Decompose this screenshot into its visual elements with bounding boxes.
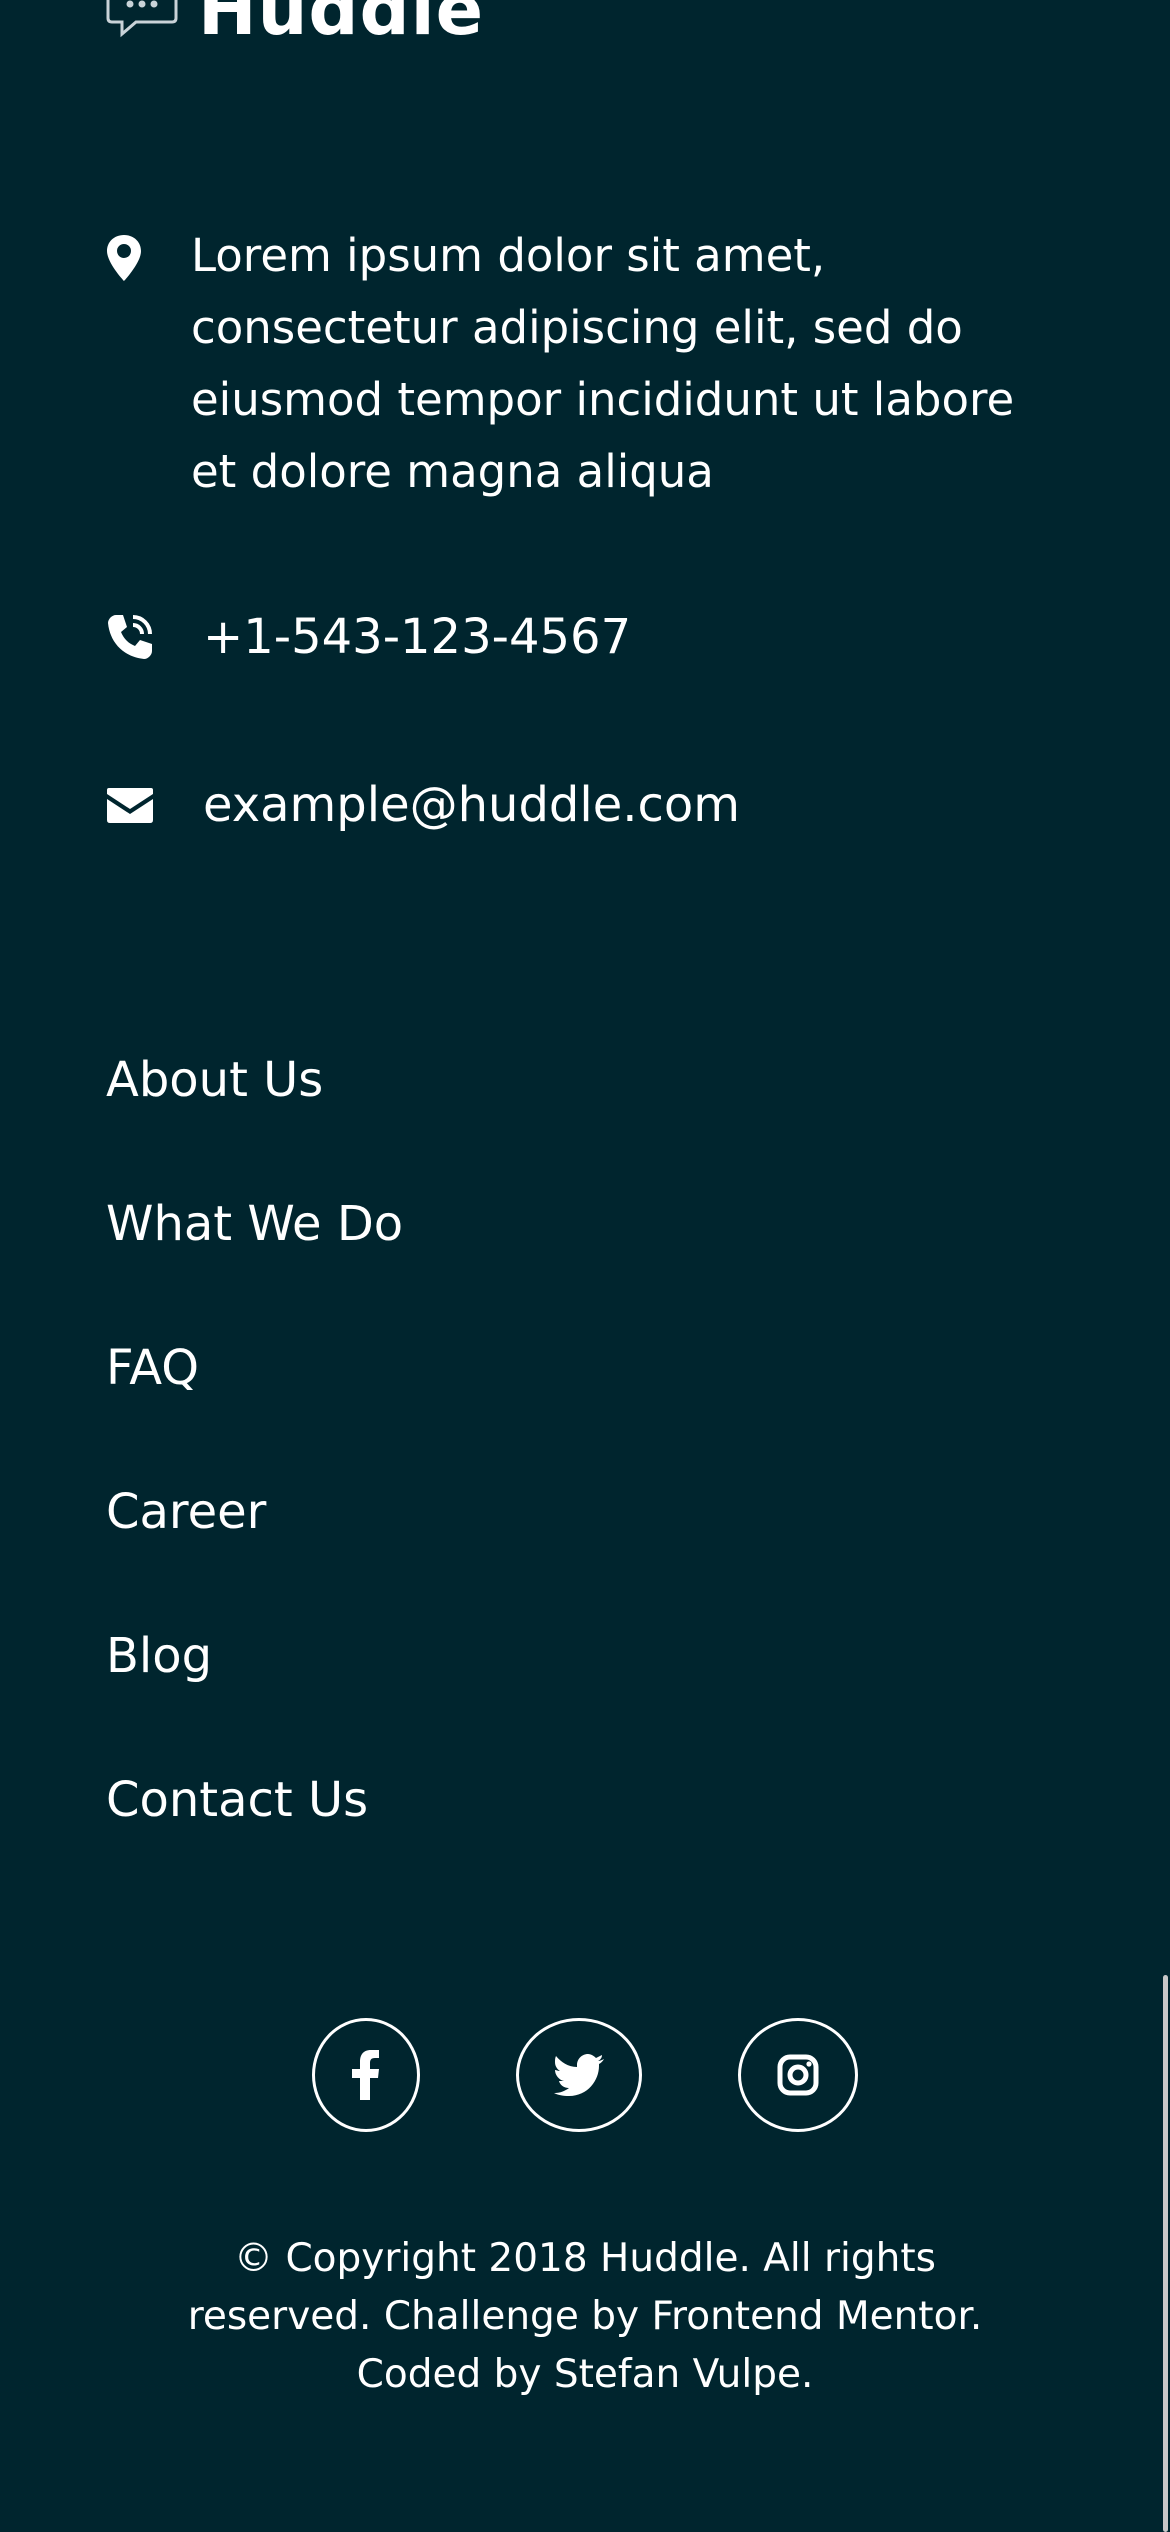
chat-bubble-icon: [106, 0, 178, 38]
brand-name: Huddle: [198, 0, 485, 51]
twitter-icon: [554, 2054, 604, 2096]
nav-item-career: Career: [106, 1472, 403, 1616]
nav-item-about-us: About Us: [106, 1040, 403, 1184]
brand-logo[interactable]: Huddle: [106, 0, 484, 60]
facebook-button[interactable]: [312, 2018, 420, 2132]
site-footer: Huddle Lorem ipsum dolor sit amet, conse…: [0, 0, 1170, 2532]
location-pin-icon: [107, 235, 141, 281]
nav-item-blog: Blog: [106, 1616, 403, 1760]
footer-nav: About Us What We Do FAQ Career Blog Cont…: [106, 1040, 403, 1904]
nav-link-career[interactable]: Career: [106, 1484, 266, 1540]
copyright-text: © Copyright 2018 Huddle. All rights rese…: [187, 2236, 983, 2397]
vertical-scrollbar[interactable]: [1163, 1975, 1168, 2532]
email-row: [106, 786, 154, 834]
phone-icon: [108, 615, 152, 659]
nav-link-blog[interactable]: Blog: [106, 1628, 212, 1684]
phone-row: [106, 613, 154, 661]
nav-item-faq: FAQ: [106, 1328, 403, 1472]
address-text: Lorem ipsum dolor sit amet, consectetur …: [191, 229, 1015, 498]
instagram-icon: [777, 2054, 819, 2096]
nav-item-what-we-do: What We Do: [106, 1184, 403, 1328]
phone-number[interactable]: +1-543-123-4567: [203, 607, 631, 667]
instagram-button[interactable]: [738, 2018, 858, 2132]
nav-link-contact-us[interactable]: Contact Us: [106, 1772, 368, 1828]
nav-link-about-us[interactable]: About Us: [106, 1052, 323, 1108]
nav-link-what-we-do[interactable]: What We Do: [106, 1196, 403, 1252]
email-address[interactable]: example@huddle.com: [203, 775, 740, 835]
nav-item-contact-us: Contact Us: [106, 1760, 403, 1904]
social-links: [0, 2018, 1170, 2132]
twitter-button[interactable]: [516, 2018, 642, 2132]
address-row: [106, 234, 154, 282]
nav-link-faq[interactable]: FAQ: [106, 1340, 199, 1396]
facebook-icon: [352, 2050, 379, 2100]
envelope-icon: [107, 788, 153, 823]
